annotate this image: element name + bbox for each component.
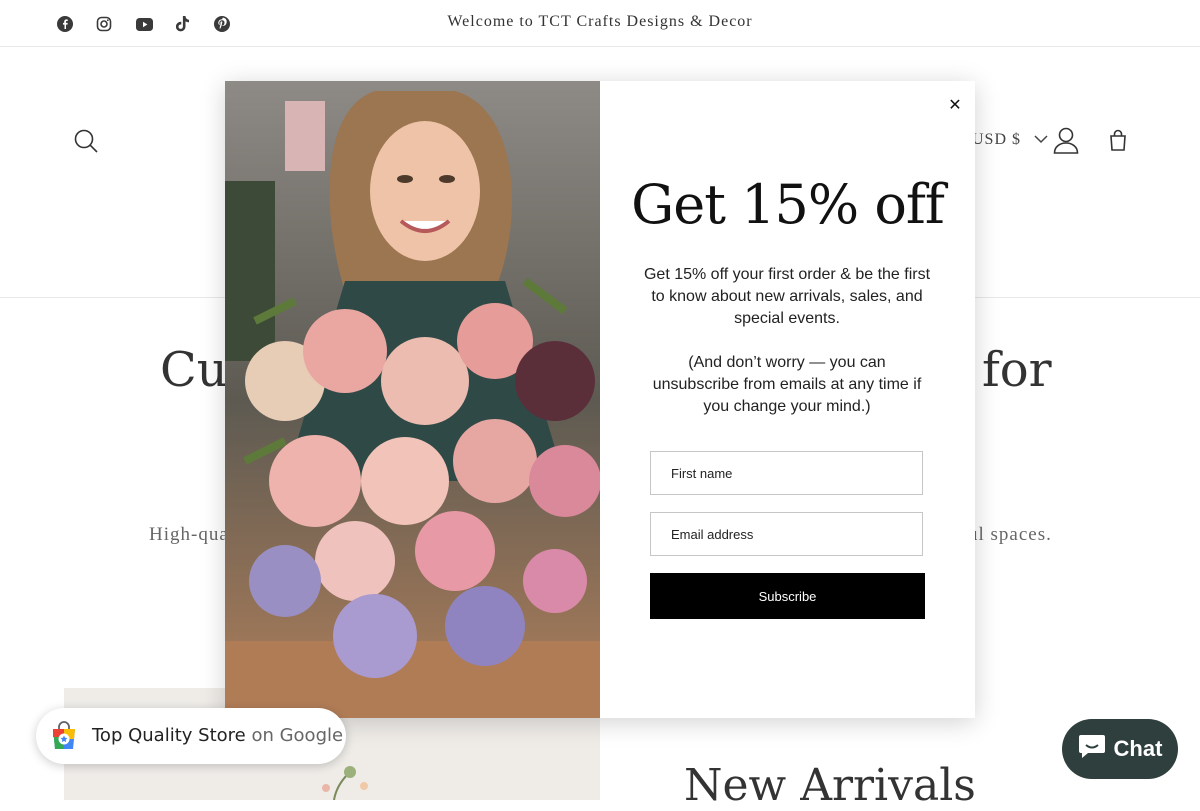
currency-label: USD $ (972, 131, 1022, 148)
badge-label: Top Quality Store (92, 725, 246, 746)
popup-body: Get 15% off your first order & be the fi… (643, 264, 931, 440)
announcement-bar: Welcome to TCT Crafts Designs & Decor (0, 0, 1200, 47)
badge-text: Top Quality Store on Google (92, 725, 343, 746)
popup-image (225, 81, 600, 718)
email-input[interactable] (650, 512, 923, 556)
popup-description: Get 15% off your first order & be the fi… (643, 266, 931, 327)
cart-icon[interactable] (1104, 126, 1132, 154)
popup-disclaimer: (And don’t worry — you can unsubscribe f… (652, 354, 922, 415)
chevron-down-icon (1034, 131, 1048, 149)
google-quality-badge[interactable]: Top Quality Store on Google (36, 708, 346, 764)
chat-bubble-icon (1078, 733, 1106, 765)
hero-subtitle-left: High-qua (149, 524, 229, 545)
chat-button[interactable]: Chat (1062, 719, 1178, 779)
close-icon[interactable]: ✕ (942, 91, 968, 117)
shopping-bag-icon (48, 720, 80, 757)
account-icon[interactable] (1052, 126, 1080, 154)
hero-title-right: for (982, 342, 1052, 398)
announcement-text: Welcome to TCT Crafts Designs & Decor (447, 13, 753, 30)
popup-title: Get 15% off (631, 173, 945, 236)
newsletter-popup: ✕ Get 15% off Get 15% off your first ord… (225, 81, 975, 718)
chat-label: Chat (1113, 736, 1163, 761)
section-title: New Arrivals (684, 760, 976, 811)
badge-suffix: on Google (251, 725, 344, 746)
hero-subtitle-right: ul spaces. (968, 524, 1052, 545)
currency-selector[interactable]: USD $ (972, 131, 1048, 149)
subscribe-button[interactable]: Subscribe (650, 573, 925, 619)
search-icon[interactable] (72, 127, 100, 155)
first-name-input[interactable] (650, 451, 923, 495)
